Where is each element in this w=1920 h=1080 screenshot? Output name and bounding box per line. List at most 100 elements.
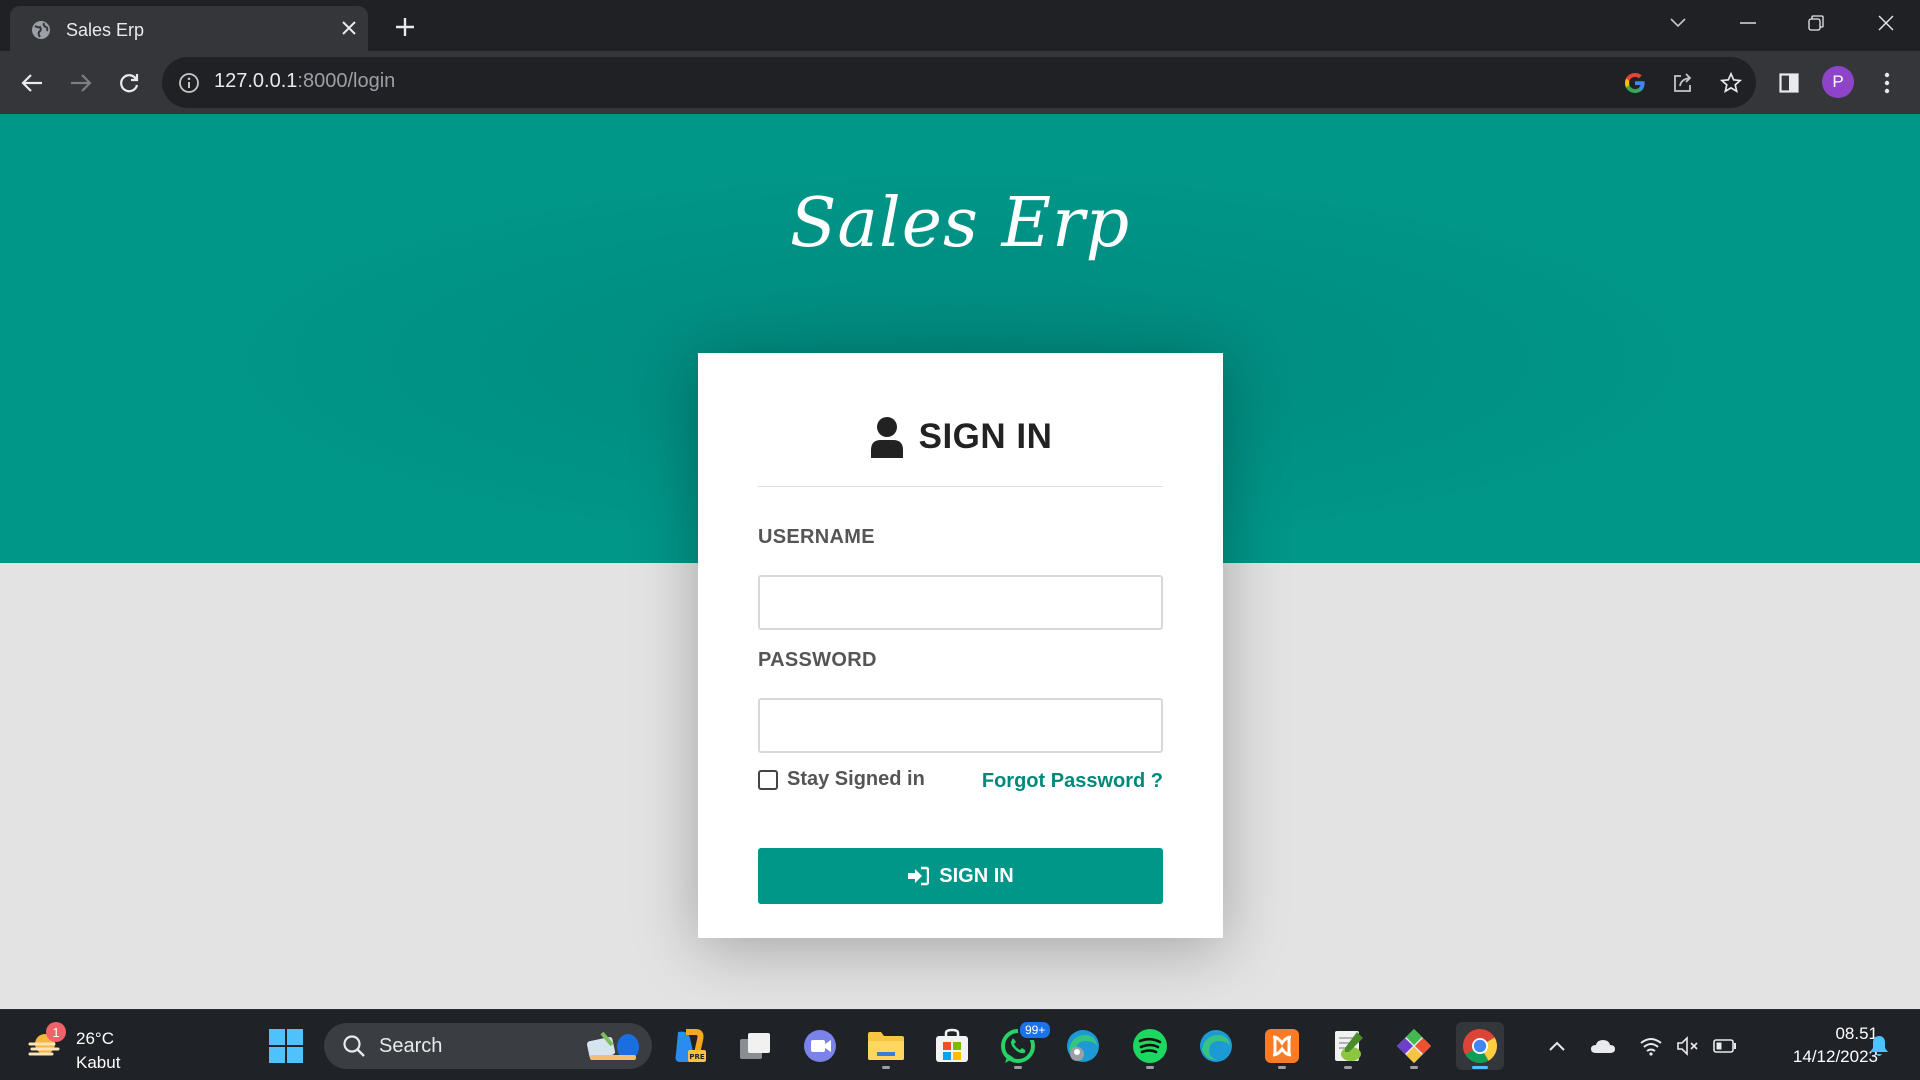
browser-tab-bar: Sales Erp: [0, 0, 1920, 51]
tab-search-button[interactable]: [1658, 8, 1698, 38]
running-indicator: [1146, 1066, 1154, 1069]
reload-icon: [120, 74, 139, 93]
store-icon: [936, 1028, 968, 1062]
running-indicator: [1344, 1066, 1352, 1069]
close-icon: [1878, 15, 1894, 31]
folder-icon: [868, 1032, 904, 1060]
bell-icon: [1870, 1036, 1888, 1056]
taskbar-git-app[interactable]: [1390, 1022, 1438, 1070]
plus-icon: [396, 18, 414, 36]
sign-in-button[interactable]: SIGN IN: [758, 848, 1163, 904]
start-button[interactable]: [262, 1022, 310, 1070]
onedrive-tray[interactable]: [1590, 1033, 1616, 1059]
running-indicator: [882, 1066, 890, 1069]
wifi-icon: [1640, 1038, 1662, 1056]
windows-taskbar: 1 26°C Kabut Search PRE 99+ 08.51 14/12/…: [0, 1009, 1920, 1080]
taskbar-file-explorer[interactable]: [862, 1022, 910, 1070]
windows-logo-icon: [269, 1029, 303, 1063]
google-lens-button[interactable]: [1622, 70, 1648, 96]
notification-center-button[interactable]: [1866, 1033, 1892, 1059]
weather-condition: Kabut: [76, 1053, 121, 1072]
weather-notification-badge: 1: [46, 1022, 66, 1042]
teams-chat-icon: [804, 1030, 836, 1062]
stay-signed-in-checkbox[interactable]: [758, 769, 778, 790]
taskbar-edge[interactable]: [1192, 1022, 1240, 1070]
globe-icon: [32, 21, 50, 39]
login-page: Sales Erp SIGN IN USERNAME PASSWORD Stay…: [0, 114, 1920, 1009]
copilot-icon: PRE: [675, 1029, 706, 1062]
close-icon: [342, 21, 356, 35]
close-tab-button[interactable]: [337, 16, 361, 40]
info-icon[interactable]: [178, 72, 200, 94]
forward-button[interactable]: [65, 67, 97, 99]
browser-tab[interactable]: Sales Erp: [10, 6, 368, 51]
restore-button[interactable]: [1796, 8, 1836, 38]
brand-logo-text: Sales Erp: [789, 184, 1131, 263]
card-title: SIGN IN: [918, 417, 1053, 456]
browser-toolbar: 127.0.0.1:8000/login P: [0, 51, 1920, 114]
volume-muted-icon: [1677, 1036, 1698, 1056]
forgot-password-link[interactable]: Forgot Password ?: [982, 770, 1163, 793]
chrome-icon: [1463, 1029, 1497, 1063]
taskbar-task-view[interactable]: [731, 1022, 779, 1070]
taskbar-copilot[interactable]: PRE: [664, 1022, 712, 1070]
running-indicator: [1278, 1066, 1286, 1069]
profile-avatar[interactable]: P: [1822, 66, 1854, 98]
star-icon: [1720, 72, 1742, 93]
taskbar-xampp[interactable]: [1258, 1022, 1306, 1070]
taskbar-teams[interactable]: [796, 1022, 844, 1070]
username-input[interactable]: [758, 575, 1163, 630]
show-hidden-icons-button[interactable]: [1544, 1033, 1570, 1059]
restore-icon: [1808, 15, 1824, 31]
arrow-left-icon: [21, 74, 42, 92]
clock-time: 08.51: [1835, 1024, 1878, 1043]
reload-button[interactable]: [113, 67, 145, 99]
taskbar-edge-profile[interactable]: [1059, 1022, 1107, 1070]
share-button[interactable]: [1670, 70, 1696, 96]
stay-signed-in-option[interactable]: Stay Signed in: [758, 768, 925, 791]
chevron-down-icon: [1670, 18, 1686, 28]
username-label: USERNAME: [758, 526, 875, 548]
spotify-icon: [1133, 1029, 1167, 1063]
system-clock[interactable]: 08.51 14/12/2023: [1758, 1022, 1878, 1068]
task-view-icon: [740, 1033, 770, 1059]
battery-tray[interactable]: [1712, 1033, 1738, 1059]
divider: [758, 486, 1163, 487]
taskbar-notepad-plus[interactable]: [1324, 1022, 1372, 1070]
svg-text:PRE: PRE: [689, 1053, 705, 1061]
password-input[interactable]: [758, 698, 1163, 753]
password-label: PASSWORD: [758, 649, 877, 671]
taskbar-chrome[interactable]: [1456, 1022, 1504, 1070]
url-path: :8000/login: [297, 70, 396, 92]
minimize-button[interactable]: [1728, 8, 1768, 38]
tab-title: Sales Erp: [66, 20, 145, 40]
back-button[interactable]: [16, 67, 48, 99]
xampp-icon: [1265, 1029, 1299, 1063]
side-panel-button[interactable]: [1773, 67, 1805, 99]
taskbar-whatsapp[interactable]: 99+: [994, 1020, 1053, 1070]
address-bar[interactable]: 127.0.0.1:8000/login: [162, 57, 1756, 108]
url-host: 127.0.0.1: [214, 70, 298, 92]
search-highlight-icon: [586, 1031, 639, 1060]
search-icon: [343, 1035, 365, 1057]
volume-tray[interactable]: [1675, 1033, 1701, 1059]
bookmark-button[interactable]: [1718, 70, 1744, 96]
edge-icon: [1067, 1030, 1099, 1062]
wifi-tray[interactable]: [1638, 1033, 1664, 1059]
card-header: SIGN IN: [758, 411, 1163, 463]
stay-signed-in-label[interactable]: Stay Signed in: [787, 768, 925, 791]
running-indicator: [1014, 1066, 1022, 1069]
sign-in-button-label: SIGN IN: [939, 864, 1014, 887]
close-window-button[interactable]: [1866, 8, 1906, 38]
url-text[interactable]: 127.0.0.1:8000/login: [214, 70, 395, 93]
new-tab-button[interactable]: [390, 12, 420, 42]
google-icon: [1625, 73, 1645, 93]
taskbar-search[interactable]: Search: [324, 1023, 652, 1069]
taskbar-spotify[interactable]: [1126, 1022, 1174, 1070]
taskbar-microsoft-store[interactable]: [928, 1022, 976, 1070]
whatsapp-unread-badge: 99+: [1018, 1020, 1053, 1040]
browser-menu-button[interactable]: [1871, 67, 1903, 99]
clock-date: 14/12/2023: [1792, 1047, 1878, 1066]
chevron-up-icon: [1549, 1041, 1565, 1051]
weather-widget[interactable]: 1 26°C Kabut: [26, 1020, 146, 1072]
